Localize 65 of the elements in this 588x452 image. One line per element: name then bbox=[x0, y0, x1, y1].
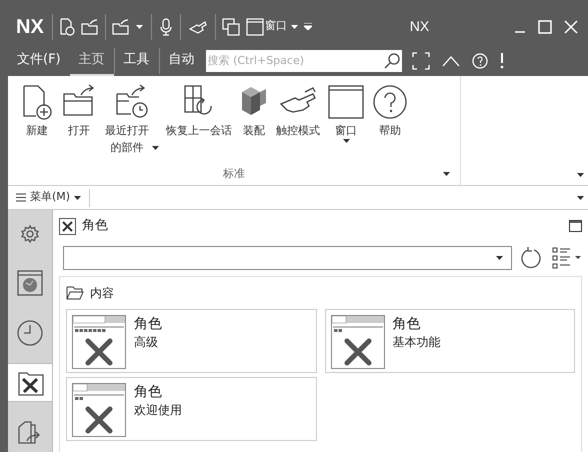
ribbon-button[interactable]: 新建 bbox=[20, 84, 54, 139]
help-icon[interactable] bbox=[472, 52, 488, 68]
caret-icon bbox=[152, 146, 159, 150]
help-icon bbox=[372, 84, 408, 120]
windows-icon[interactable] bbox=[222, 18, 240, 36]
caret-icon bbox=[290, 24, 298, 28]
caret-icon bbox=[577, 173, 584, 177]
ribbon-button[interactable]: 触控模式 bbox=[276, 84, 320, 139]
role-title: 角色 bbox=[392, 315, 422, 333]
role-title: 角色 bbox=[134, 315, 162, 333]
close-icon[interactable] bbox=[564, 20, 578, 34]
role-thumbnail-icon bbox=[72, 383, 126, 437]
ribbon-button[interactable]: 帮助 bbox=[372, 84, 408, 139]
collapse-ribbon-icon[interactable] bbox=[442, 54, 460, 66]
alert-icon[interactable] bbox=[500, 52, 504, 68]
ribbon-button[interactable]: 装配 bbox=[239, 84, 269, 139]
role-dropdown[interactable] bbox=[63, 246, 512, 270]
menu-button[interactable]: 菜单(M) bbox=[8, 188, 90, 206]
caret-icon bbox=[496, 256, 503, 260]
open-folder-icon[interactable] bbox=[80, 18, 99, 36]
role-card[interactable]: 角色 高级 bbox=[66, 309, 316, 373]
panel-title: 角色 bbox=[82, 217, 108, 236]
side-tab[interactable] bbox=[8, 362, 53, 402]
recent-folder-icon bbox=[114, 84, 150, 120]
caret-icon bbox=[577, 196, 584, 200]
caret-icon bbox=[74, 196, 82, 200]
role-subtitle: 欢迎使用 bbox=[134, 402, 182, 419]
role-thumbnail-icon bbox=[72, 315, 126, 369]
window-title: NX bbox=[410, 17, 430, 36]
list-view-icon[interactable] bbox=[552, 247, 582, 269]
role-subtitle: 基本功能 bbox=[392, 334, 440, 351]
window-menu-label[interactable]: 窗口 bbox=[264, 18, 287, 35]
section-title: 内容 bbox=[90, 285, 114, 302]
recent-folder-icon[interactable] bbox=[112, 18, 130, 36]
ribbon-button[interactable]: 最近打开的部件 bbox=[104, 84, 159, 156]
clock-icon bbox=[17, 320, 43, 346]
caret-icon bbox=[136, 24, 143, 28]
ribbon-button[interactable]: 恢复上一会话 bbox=[166, 84, 232, 139]
group-label: 标准 bbox=[223, 166, 245, 182]
new-file-icon[interactable] bbox=[58, 18, 75, 36]
fullscreen-icon[interactable] bbox=[412, 52, 430, 70]
customize-icon[interactable] bbox=[304, 23, 312, 30]
role-card[interactable]: 角色 基本功能 bbox=[324, 309, 575, 373]
ribbon-tab[interactable]: 自动 bbox=[160, 45, 204, 76]
ribbon-tab[interactable]: 文件(F) bbox=[8, 45, 70, 76]
window-icon bbox=[327, 84, 365, 120]
settings-icon bbox=[20, 224, 40, 244]
search-icon[interactable] bbox=[384, 52, 400, 68]
caret-icon bbox=[443, 172, 450, 176]
globe-window-icon bbox=[17, 270, 43, 296]
role-thumbnail-icon bbox=[330, 315, 384, 369]
role-card[interactable]: 角色 欢迎使用 bbox=[66, 377, 316, 441]
role-title: 角色 bbox=[134, 383, 163, 401]
microphone-icon[interactable] bbox=[160, 18, 172, 36]
ribbon-tab[interactable]: 工具 bbox=[114, 45, 159, 76]
role-subtitle: 高级 bbox=[134, 334, 159, 351]
menu-icon bbox=[16, 193, 26, 202]
caret-icon bbox=[342, 139, 350, 143]
search-field[interactable]: 搜索 (Ctrl+Space) bbox=[206, 50, 384, 72]
ribbon-button[interactable]: 窗口 bbox=[327, 84, 365, 143]
maximize-icon[interactable] bbox=[569, 220, 582, 232]
folder-icon bbox=[66, 286, 84, 300]
window-icon[interactable] bbox=[246, 18, 264, 36]
ribbon-button[interactable]: 打开 bbox=[61, 84, 97, 139]
app-logo: NX bbox=[15, 14, 45, 40]
